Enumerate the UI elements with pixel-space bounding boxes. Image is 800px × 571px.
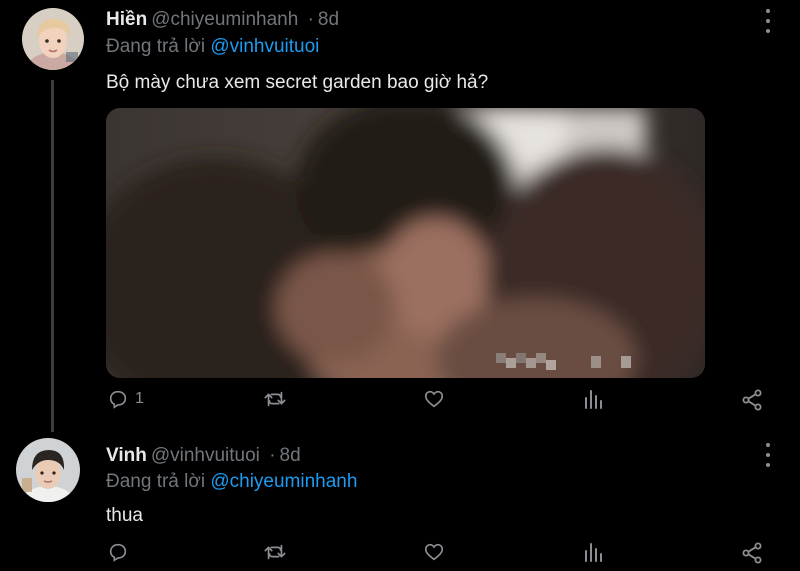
heart-icon [424, 543, 444, 561]
reply-prefix: Đang trả lời [106, 36, 206, 57]
display-name[interactable]: Vinh [106, 445, 147, 466]
like-button[interactable] [423, 541, 445, 563]
tweet-text: Bộ mày chưa xem secret garden bao giờ hả… [106, 72, 489, 93]
share-icon [742, 542, 762, 564]
reply-mention-link[interactable]: @chiyeuminhanh [210, 471, 357, 492]
share-button[interactable] [740, 541, 764, 565]
dot [766, 463, 770, 467]
display-name[interactable]: Hiền [106, 9, 147, 30]
dot [766, 443, 770, 447]
replying-to: Đang trả lời @vinhvuituoi [106, 36, 319, 58]
bar-chart-icon [585, 390, 602, 409]
reply-prefix: Đang trả lời [106, 471, 206, 492]
analytics-button[interactable] [583, 388, 603, 410]
dot [766, 29, 770, 33]
dot [766, 19, 770, 23]
timestamp[interactable]: 8d [318, 9, 339, 30]
analytics-button[interactable] [583, 541, 603, 563]
reply-button[interactable] [107, 541, 135, 563]
tweet-header: Vinh @vinhvuituoi · 8d [106, 445, 301, 467]
user-handle[interactable]: @vinhvuituoi [151, 445, 260, 466]
avatar-vinh[interactable] [16, 438, 80, 502]
reply-button[interactable]: 1 [107, 388, 144, 410]
share-icon [742, 389, 762, 411]
reply-count: 1 [135, 390, 144, 407]
timestamp[interactable]: 8d [280, 445, 301, 466]
speech-bubble-icon [109, 543, 127, 562]
more-options-button[interactable] [760, 9, 776, 33]
thread-connector-line [51, 80, 54, 432]
avatar-image [22, 8, 84, 70]
dot [766, 453, 770, 457]
tweet-actions [0, 541, 800, 571]
tweet-text: thua [106, 505, 143, 526]
retweet-icon [264, 544, 286, 560]
media-image [106, 108, 705, 378]
separator-dot: · [307, 9, 314, 30]
retweet-button[interactable] [263, 388, 287, 410]
tweet-media-image[interactable] [106, 108, 705, 378]
avatar-hien[interactable] [22, 8, 84, 70]
tweet-actions: 1 [0, 388, 800, 418]
retweet-button[interactable] [263, 541, 287, 563]
speech-bubble-icon [109, 390, 127, 409]
tweet-header: Hiền @chiyeuminhanh · 8d [106, 9, 339, 31]
retweet-icon [264, 391, 286, 407]
avatar-image [16, 438, 80, 502]
bar-chart-icon [585, 543, 602, 562]
user-handle[interactable]: @chiyeuminhanh [151, 9, 298, 30]
reply-mention-link[interactable]: @vinhvuituoi [210, 36, 319, 57]
dot [766, 9, 770, 13]
replying-to: Đang trả lời @chiyeuminhanh [106, 471, 357, 493]
more-options-button[interactable] [760, 443, 776, 467]
heart-icon [424, 390, 444, 408]
share-button[interactable] [740, 388, 764, 412]
like-button[interactable] [423, 388, 445, 410]
separator-dot: · [269, 445, 276, 466]
